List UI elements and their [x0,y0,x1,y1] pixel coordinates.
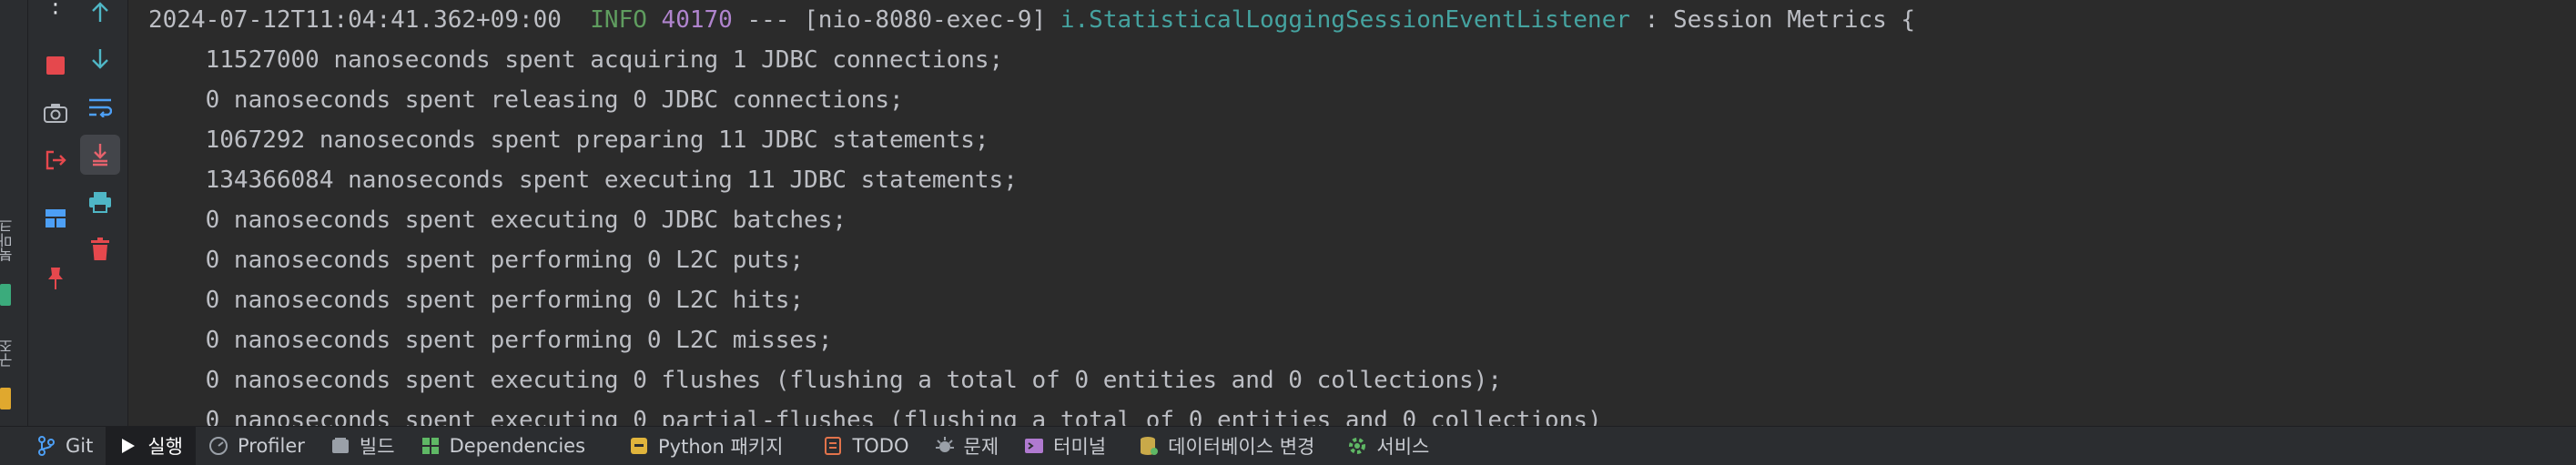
tool-window-bar: Git 실행 Profiler 빌드 Dependencies Python 패… [0,426,2576,465]
log-separator: --- [746,6,790,34]
structure-tab-label: 구조 [0,339,15,368]
left-tool-window-strip: 북마크 구조 [0,0,28,426]
layout-icon [46,209,66,227]
tab-dependencies-label: Dependencies [449,435,586,457]
profiler-icon [208,436,228,456]
tab-services-label: 서비스 [1376,436,1430,458]
camera-icon [44,104,67,123]
scroll-to-end-button[interactable] [80,135,120,175]
log-timestamp: 2024-07-12T11:04:41.362+09:00 [148,6,562,34]
tab-run-label: 실행 [147,436,183,458]
tab-terminal-label: 터미널 [1053,436,1107,458]
tab-build[interactable]: 빌드 [318,427,408,465]
tab-python-packages-label: Python 패키지 [658,436,784,458]
log-thread: [nio-8080-exec-9] [804,6,1047,34]
tab-git-label: Git [66,435,94,457]
bookmarks-tab[interactable]: 북마크 [0,218,15,273]
screenshot-button[interactable] [35,93,76,133]
tab-python-packages[interactable]: Python 패키지 [598,427,796,465]
exit-icon [46,150,66,170]
tab-problems[interactable]: 문제 [922,427,1012,465]
log-line: 134366084 nanoseconds spent executing 11… [148,167,1018,194]
structure-tab[interactable]: 구조 [0,339,15,380]
dependencies-icon [421,436,441,456]
pin-button[interactable] [35,258,76,298]
tab-database-changes[interactable]: 데이터베이스 변경 [1119,427,1327,465]
tab-services[interactable]: 서비스 [1327,427,1442,465]
database-changes-icon [1139,436,1159,456]
log-level: INFO [590,6,647,34]
todo-icon [823,436,843,456]
soft-wrap-icon [89,98,112,117]
run-icon [118,436,138,456]
log-line: 1067292 nanoseconds spent preparing 11 J… [148,126,989,154]
more-actions-icon[interactable]: ⋮ [35,0,76,18]
tab-dependencies[interactable]: Dependencies [408,427,598,465]
trash-icon [91,238,109,260]
run-toolbar-secondary [73,0,128,426]
terminal-icon [1024,436,1044,456]
clear-all-button[interactable] [80,229,120,269]
tab-run[interactable]: 실행 [106,427,196,465]
pin-icon [48,268,63,289]
tab-git[interactable]: Git [24,427,106,465]
log-line: 0 nanoseconds spent performing 0 L2C mis… [148,327,833,354]
problems-icon [935,436,955,456]
scroll-to-end-icon [93,144,107,167]
exit-button[interactable] [35,140,76,180]
next-occurrence-button[interactable] [80,38,120,78]
log-header-line: 2024-07-12T11:04:41.362+09:00 INFO 40170… [148,0,2576,40]
tab-build-label: 빌드 [359,436,395,458]
bookmarks-tab-label: 북마크 [0,218,15,262]
tab-profiler[interactable]: Profiler [196,427,318,465]
tab-todo[interactable]: TODO [796,427,921,465]
python-packages-icon [629,436,649,456]
build-icon [330,436,350,456]
services-icon [1347,436,1367,456]
console-output[interactable]: 2024-07-12T11:04:41.362+09:00 INFO 40170… [128,0,2576,426]
log-logger[interactable]: i.StatisticalLoggingSessionEventListener [1060,6,1630,34]
structure-icon[interactable] [0,388,11,409]
tab-database-changes-label: 데이터베이스 변경 [1168,436,1315,458]
log-pid: 40170 [661,6,733,34]
tab-profiler-label: Profiler [237,435,305,457]
tab-problems-label: 문제 [963,436,999,458]
print-button[interactable] [80,182,120,222]
layout-button[interactable] [35,198,76,238]
log-message: : Session Metrics { [1644,6,1916,34]
soft-wrap-button[interactable] [80,87,120,127]
git-branch-icon [36,436,56,456]
log-line: 0 nanoseconds spent performing 0 L2C hit… [148,287,805,314]
stop-icon [46,56,65,75]
log-line: 11527000 nanoseconds spent acquiring 1 J… [148,46,1004,74]
tab-todo-label: TODO [852,435,909,457]
log-line: 0 nanoseconds spent releasing 0 JDBC con… [148,86,904,114]
tab-terminal[interactable]: 터미널 [1011,427,1119,465]
log-line: 0 nanoseconds spent executing 0 partial-… [148,407,1602,426]
stop-button[interactable] [35,45,76,86]
up-arrow-icon [92,2,108,22]
print-icon [89,192,111,213]
log-line: 0 nanoseconds spent executing 0 JDBC bat… [148,207,847,234]
previous-occurrence-button[interactable] [80,0,120,33]
log-line: 0 nanoseconds spent executing 0 flushes … [148,367,1503,394]
down-arrow-icon [92,49,108,69]
bookmarks-icon[interactable] [0,284,11,306]
log-line: 0 nanoseconds spent performing 0 L2C put… [148,247,805,274]
